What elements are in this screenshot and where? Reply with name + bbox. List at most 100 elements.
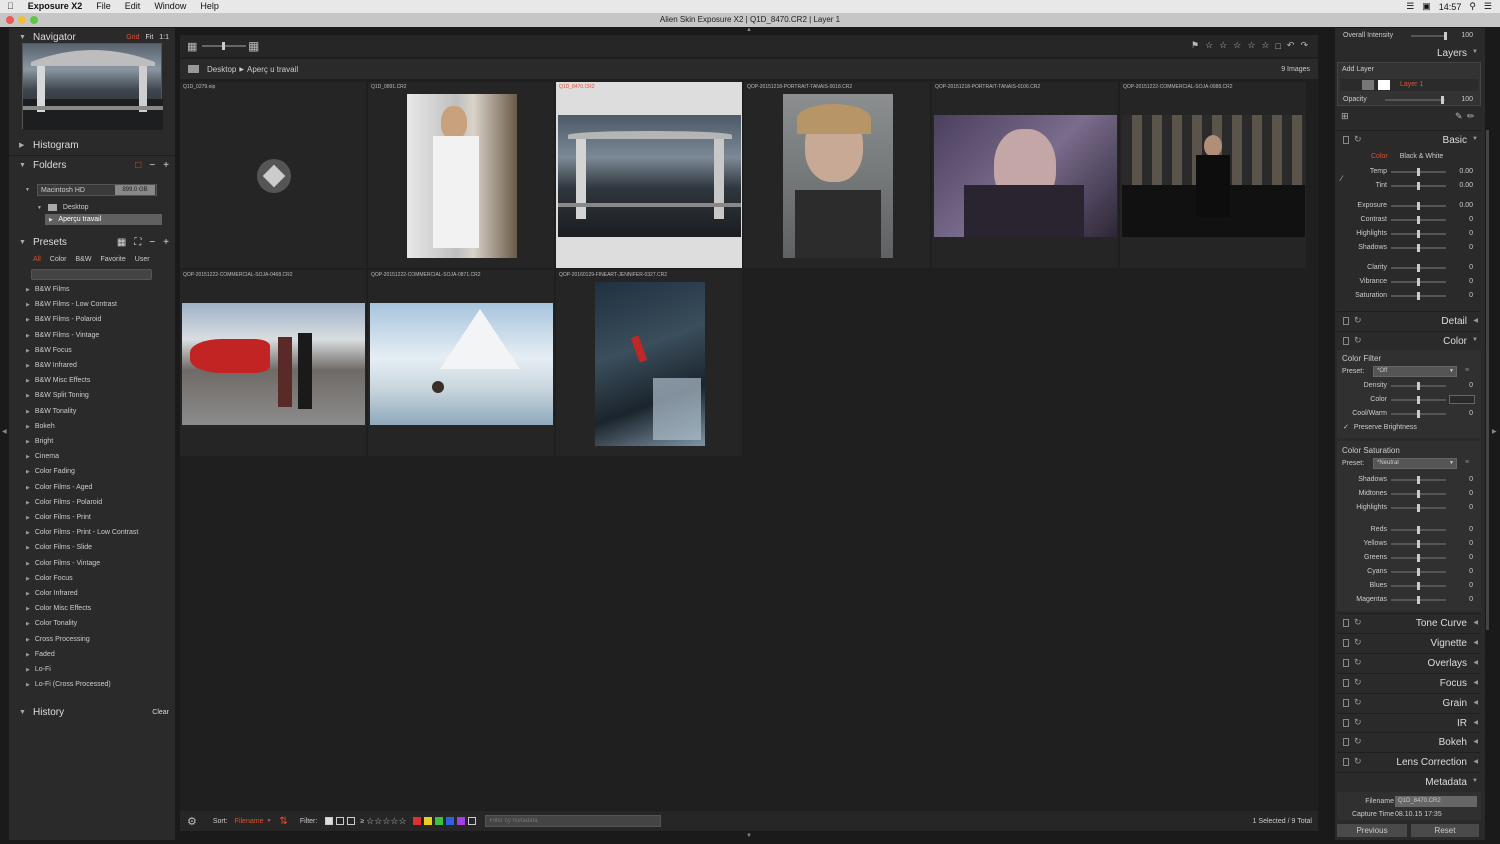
reset-button[interactable]: Reset [1411,824,1479,837]
brush-icon[interactable]: ✎ [1455,111,1463,122]
right-scrollbar[interactable] [1486,130,1489,630]
color-swatch[interactable] [1449,395,1475,404]
adjust-slider[interactable] [1391,540,1446,548]
previous-button[interactable]: Previous [1337,824,1407,837]
reset-icon[interactable]: ↻ [1354,134,1362,145]
reset-icon[interactable]: ↻ [1354,657,1362,668]
close-window-button[interactable] [6,16,14,24]
filename-value[interactable]: Q1D_8470.CR2 [1395,796,1477,807]
notification-icon[interactable]: ☰ [1484,1,1492,12]
breadcrumb-apercu[interactable]: Aperç u travail [247,65,298,74]
menu-window[interactable]: Window [147,0,193,13]
star-5-icon[interactable]: ☆ [1261,40,1269,51]
adjust-slider[interactable] [1391,264,1446,272]
slider-knob[interactable] [1417,526,1420,534]
square-icon[interactable]: □ [1275,41,1280,51]
preset-tab-color[interactable]: Color [50,256,67,263]
reset-icon[interactable]: ↻ [1354,677,1362,688]
folder-apercu[interactable]: ▶ Aperçu travail [45,214,162,225]
drive-row[interactable]: ▼ Macintosh HD 899.0 GB [9,184,169,197]
crop-icon[interactable]: ⊞ [1341,111,1349,122]
adjust-slider[interactable] [1391,216,1446,224]
preset-item[interactable]: ▶ Color Infrared [26,586,78,601]
history-header[interactable]: ▼ History Clear [9,703,175,721]
adjust-slider[interactable] [1391,230,1446,238]
panel-toggle-icon[interactable] [1343,638,1349,647]
reset-icon[interactable]: ↻ [1354,335,1362,346]
layers-header[interactable]: Layers ▼ [1337,44,1481,62]
panel-toggle-icon[interactable] [1343,658,1349,667]
thumb-cell-5[interactable]: QOP-20151222-COMMERCIAL-SOJA-0088.CR2 [1120,82,1306,268]
reset-icon[interactable]: ↻ [1354,736,1362,747]
preset-item[interactable]: ▶ Color Focus [26,571,73,586]
slider-knob[interactable] [1417,410,1420,418]
basic-header[interactable]: ↻ Basic ▼ [1337,130,1481,148]
slider-knob[interactable] [1417,596,1420,604]
adjust-slider[interactable] [1391,504,1446,512]
flag-filter-icon[interactable] [325,817,334,825]
thumb-cell-4[interactable]: QOP-20151218-PORTRAIT-TANAIS-0106.CR2 [932,82,1118,268]
panel-header[interactable]: ↻ Focus ◀ [1337,672,1481,691]
panel-toggle-icon[interactable] [1343,698,1349,707]
rotate-right-icon[interactable]: ↷ [1300,40,1308,51]
metadata-header[interactable]: Metadata ▼ [1337,772,1481,790]
adjust-slider[interactable] [1391,396,1446,404]
preset-item[interactable]: ▶ Color Films - Print - Low Contrast [26,525,138,540]
grid-view-icon[interactable]: ▦ [117,237,126,248]
slider-knob[interactable] [1417,554,1420,562]
preset-item[interactable]: ▶ Color Films - Polaroid [26,495,102,510]
panel-header[interactable]: ↻ IR ◀ [1337,712,1481,731]
large-grid-icon[interactable]: ▦ [248,39,259,53]
adjust-slider[interactable] [1391,526,1446,534]
preset-item[interactable]: ▶ Bright [26,434,53,449]
reject-filter-icon[interactable] [336,817,345,825]
reset-icon[interactable]: ↻ [1354,697,1362,708]
reset-icon[interactable]: ↻ [1354,637,1362,648]
panel-toggle-icon[interactable] [1343,136,1349,144]
preset-item[interactable]: ▶ Color Tonality [26,616,77,631]
clock[interactable]: 14:57 [1439,2,1462,12]
slider-knob[interactable] [1417,278,1420,286]
preset-item[interactable]: ▶ Color Misc Effects [26,601,91,616]
slider-knob[interactable] [1417,264,1420,272]
color-filter-preset-select[interactable]: *Off ▼ [1373,366,1457,377]
basic-mode-color[interactable]: Color [1371,153,1388,160]
slider-knob[interactable] [1444,32,1447,40]
preset-item[interactable]: ▶ B&W Split Toning [26,388,89,403]
panel-toggle-icon[interactable] [1343,619,1349,627]
panel-toggle-icon[interactable] [1343,337,1349,345]
navigator-preview[interactable] [22,43,163,130]
add-layer-button[interactable]: Add Layer [1342,66,1374,73]
panel-toggle-icon[interactable] [1343,317,1349,325]
thumb-cell-8[interactable]: QOP-20160129-FINEART-JENNIFER-0327.CR2 [556,270,742,456]
preset-tab-bw[interactable]: B&W [76,256,92,263]
menu-edit[interactable]: Edit [118,0,148,13]
display-icon[interactable]: ▣ [1422,1,1431,12]
slider-knob[interactable] [1417,182,1420,190]
reset-icon[interactable]: ↻ [1354,756,1362,767]
presets-header[interactable]: ▼ Presets ▦ ⛶ − + [9,233,175,251]
panel-toggle-icon[interactable] [1343,678,1349,687]
preset-item[interactable]: ▶ Cinema [26,449,59,464]
preset-item[interactable]: ▶ B&W Focus [26,343,72,358]
minus-icon[interactable]: − [149,160,155,171]
adjust-slider[interactable] [1391,292,1446,300]
folder-add-icon[interactable]: □ [135,160,141,171]
slider-knob[interactable] [1417,476,1420,484]
minimize-window-button[interactable] [18,16,26,24]
preset-item[interactable]: ▶ Color Films - Slide [26,540,92,555]
thumb-cell-0[interactable]: Q1D_0279.eip [180,82,366,268]
preset-item[interactable]: ▶ Color Films - Aged [26,480,92,495]
preset-item[interactable]: ▶ Lo-Fi (Cross Processed) [26,677,111,692]
preset-item[interactable]: ▶ B&W Films - Vintage [26,328,99,343]
preset-tab-all[interactable]: All [33,256,41,263]
thumb-cell-6[interactable]: QOP-20151222-COMMERCIAL-SOJA-0468.CR2 [180,270,366,456]
slider-knob[interactable] [1417,504,1420,512]
filter-star-5-icon[interactable]: ☆ [398,816,406,827]
slider-knob[interactable] [1417,216,1420,224]
adjust-slider[interactable] [1391,382,1446,390]
preset-item[interactable]: ▶ Color Films - Print [26,510,91,525]
folder-desktop[interactable]: ▼ Desktop [37,202,89,213]
apple-icon[interactable]:  [0,0,21,13]
filter-star-3-icon[interactable]: ☆ [382,816,390,827]
